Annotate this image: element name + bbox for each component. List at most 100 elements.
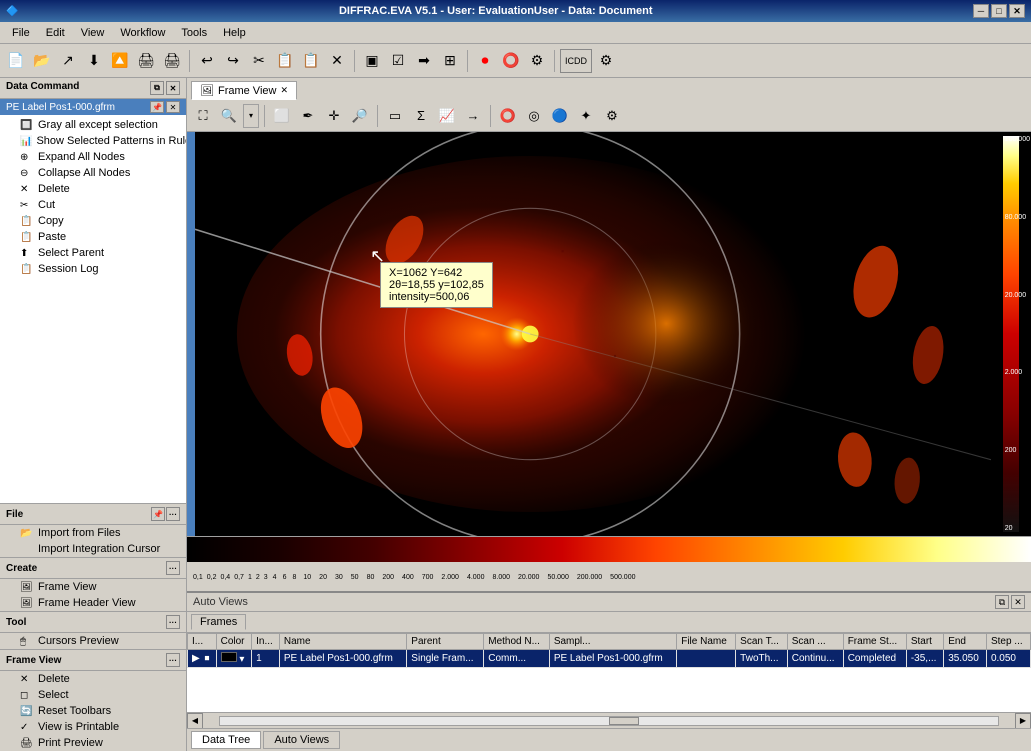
scale-label-4: 2.000 (1005, 369, 1030, 376)
menu-workflow[interactable]: Workflow (112, 25, 173, 41)
ft-circle[interactable]: ⭕ (496, 104, 520, 128)
fv-view-printable[interactable]: ✓ View is Printable (0, 719, 186, 735)
ctx-show-patterns[interactable]: 📊 Show Selected Patterns in Ruler (0, 133, 186, 149)
panel-close-btn[interactable]: ✕ (166, 81, 180, 95)
rn-02: 0,2 (205, 574, 219, 581)
ft-ring2[interactable]: 🔵 (548, 104, 572, 128)
menu-file[interactable]: File (4, 25, 38, 41)
scroll-left[interactable]: ◀ (187, 713, 203, 729)
cut-button[interactable]: ✂ (247, 49, 271, 73)
new-button[interactable]: 📄 (4, 49, 28, 73)
ft-zoom-in[interactable]: 🔍 (217, 104, 241, 128)
h-scrollbar[interactable]: ◀ ▶ (187, 712, 1031, 728)
menu-view[interactable]: View (73, 25, 113, 41)
fv-preview-icon: 🖨 (20, 738, 34, 749)
file-section-pin[interactable]: 📌 (151, 507, 165, 521)
maximize-button[interactable]: □ (991, 4, 1007, 18)
icdd-button[interactable]: ICDD (560, 49, 592, 73)
fv-delete[interactable]: ✕ Delete (0, 671, 186, 687)
file-section-label: File 📌 ··· (0, 504, 186, 525)
frame-view-tab[interactable]: 🖼 Frame View ✕ (191, 81, 297, 100)
node-close-btn[interactable]: ✕ (166, 101, 180, 113)
play-icon[interactable]: ▶ (192, 653, 200, 664)
delete-button[interactable]: ✕ (325, 49, 349, 73)
frame-image[interactable]: X=1062 Y=642 2θ=18,55 y=102,85 intensity… (195, 132, 991, 536)
data-tree-tab[interactable]: Data Tree (191, 731, 261, 749)
fv-reset-toolbars[interactable]: 🔄 Reset Toolbars (0, 703, 186, 719)
auto-views-tab[interactable]: Auto Views (263, 731, 340, 749)
gear-button[interactable]: ⚙ (594, 49, 618, 73)
ft-zoom-fit[interactable]: ⛶ (191, 104, 215, 128)
bp-close-btn[interactable]: ✕ (1011, 595, 1025, 609)
open-button[interactable]: 📂 (30, 49, 54, 73)
ctx-paste[interactable]: 📋 Paste (0, 229, 186, 245)
ctx-session-log[interactable]: 📋 Session Log (0, 261, 186, 277)
tab-close-btn[interactable]: ✕ (280, 85, 288, 96)
stop-icon[interactable]: ⏹ (204, 653, 209, 664)
fv-select[interactable]: ◻ Select (0, 687, 186, 703)
create-section-menu[interactable]: ··· (166, 561, 180, 575)
table-row[interactable]: ▶ ⏹ ▾ 1 PE Label Pos1-000.gfrm Single Fr… (188, 650, 1031, 668)
node-pin-btn[interactable]: 📌 (150, 101, 164, 113)
create-frame-header[interactable]: 🖼 Frame Header View (0, 595, 186, 611)
ft-ring1[interactable]: ◎ (522, 104, 546, 128)
undo-button[interactable]: ↩ (195, 49, 219, 73)
import-integration-cursor[interactable]: Import Integration Cursor (0, 541, 186, 557)
scroll-thumb[interactable] (609, 717, 639, 725)
ft-pen[interactable]: ✒ (296, 104, 320, 128)
ft-move[interactable]: ✛ (322, 104, 346, 128)
menu-tools[interactable]: Tools (173, 25, 215, 41)
copy-button[interactable]: 📋 (273, 49, 297, 73)
panel-float-btn[interactable]: ⧉ (150, 81, 164, 95)
minimize-button[interactable]: ─ (973, 4, 989, 18)
frames-tab[interactable]: Frames (191, 614, 246, 630)
ctx-delete[interactable]: ✕ Delete (0, 181, 186, 197)
fv-print-preview[interactable]: 🖨 Print Preview (0, 735, 186, 751)
ctx-expand-all[interactable]: ⊕ Expand All Nodes (0, 149, 186, 165)
ft-chart[interactable]: 📈 (435, 104, 459, 128)
toolbar-btn-frame[interactable]: ▣ (360, 49, 384, 73)
record-button[interactable]: ⏺ (473, 49, 497, 73)
print2-button[interactable]: 🖨 (160, 49, 184, 73)
ctx-gray-except[interactable]: 🔲 Gray all except selection (0, 117, 186, 133)
toolbar-btn-4[interactable]: ⬇ (82, 49, 106, 73)
fv-print-icon: ✓ (20, 722, 34, 733)
toolbar-btn-5[interactable]: 🔼 (108, 49, 132, 73)
print-button[interactable]: 🖨 (134, 49, 158, 73)
color-dropdown-arrow[interactable]: ▾ (239, 654, 244, 665)
tool-section-menu[interactable]: ··· (166, 615, 180, 629)
file-section-close[interactable]: ··· (166, 507, 180, 521)
ctx-cut[interactable]: ✂ Cut (0, 197, 186, 213)
ctx-collapse-all[interactable]: ⊖ Collapse All Nodes (0, 165, 186, 181)
toolbar-btn-check[interactable]: ☑ (386, 49, 410, 73)
create-frame-view[interactable]: 🖼 Frame View (0, 579, 186, 595)
ctx-copy[interactable]: 📋 Copy (0, 213, 186, 229)
ft-zoom-dropdown[interactable]: ▾ (243, 104, 259, 128)
ft-star[interactable]: ✦ (574, 104, 598, 128)
ft-rect[interactable]: ▭ (383, 104, 407, 128)
scroll-right[interactable]: ▶ (1015, 713, 1031, 729)
toolbar-btn-settings[interactable]: ⚙ (525, 49, 549, 73)
scroll-track[interactable] (219, 716, 999, 726)
toolbar-btn-grid[interactable]: ⊞ (438, 49, 462, 73)
menu-edit[interactable]: Edit (38, 25, 73, 41)
cursors-preview[interactable]: 🖱 Cursors Preview (0, 633, 186, 649)
ft-cog[interactable]: ⚙ (600, 104, 624, 128)
ft-select[interactable]: ⬜ (270, 104, 294, 128)
redo-button[interactable]: ↪ (221, 49, 245, 73)
frame-view-section-menu[interactable]: ··· (166, 653, 180, 667)
ft-sigma[interactable]: Σ (409, 104, 433, 128)
toolbar-btn-arrow[interactable]: ➡ (412, 49, 436, 73)
ft-cursor[interactable]: 🔎 (348, 104, 372, 128)
import-from-files[interactable]: 📂 Import from Files (0, 525, 186, 541)
bp-float-btn[interactable]: ⧉ (995, 595, 1009, 609)
menu-help[interactable]: Help (215, 25, 254, 41)
close-button[interactable]: ✕ (1009, 4, 1025, 18)
ft-arrow[interactable]: → (461, 104, 485, 128)
rn-400: 400 (398, 574, 418, 581)
context-menu: 🔲 Gray all except selection 📊 Show Selec… (0, 115, 186, 503)
toolbar-btn-3[interactable]: ↗ (56, 49, 80, 73)
toolbar-btn-circle[interactable]: ⭕ (499, 49, 523, 73)
paste-button[interactable]: 📋 (299, 49, 323, 73)
ctx-select-parent[interactable]: ⬆ Select Parent (0, 245, 186, 261)
